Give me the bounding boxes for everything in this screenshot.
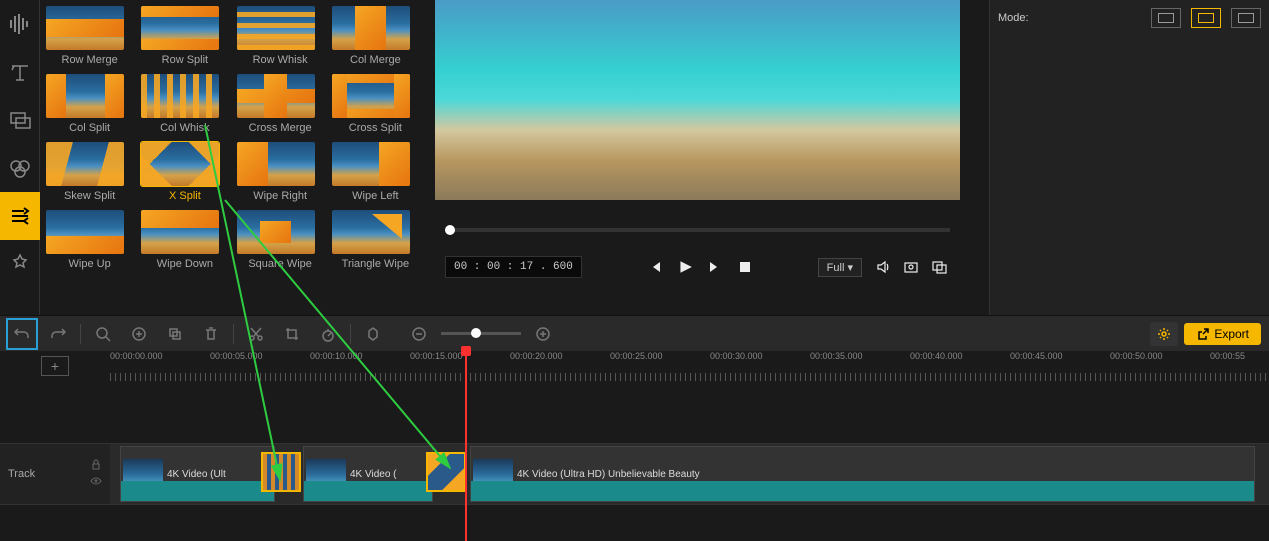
playhead[interactable] bbox=[465, 351, 467, 541]
mode-postfix-button[interactable] bbox=[1231, 8, 1261, 28]
timecode: 00 : 00 : 17 . 600 bbox=[445, 256, 582, 278]
transition-wipe-up[interactable]: Wipe Up bbox=[46, 210, 133, 270]
transition-label: Square Wipe bbox=[237, 258, 324, 270]
transition-label: Col Merge bbox=[332, 54, 419, 66]
transition-label: Row Split bbox=[141, 54, 228, 66]
timeline: + 00:00:00.00000:00:05.00000:00:10.00000… bbox=[0, 351, 1269, 505]
scale-select[interactable]: Full ▾ bbox=[818, 258, 862, 277]
marker-button[interactable] bbox=[359, 320, 387, 348]
ruler[interactable]: 00:00:00.00000:00:05.00000:00:10.00000:0… bbox=[110, 351, 1269, 381]
visibility-icon[interactable] bbox=[90, 475, 102, 490]
transition-col-split[interactable]: Col Split bbox=[46, 74, 133, 134]
transition-col-merge[interactable]: Col Merge bbox=[332, 6, 419, 66]
clip-1[interactable]: 4K Video (Ult bbox=[120, 446, 275, 502]
clip-label: 4K Video (Ultra HD) Unbelievable Beauty bbox=[517, 469, 700, 480]
crop-button[interactable] bbox=[278, 320, 306, 348]
transition-label: Row Merge bbox=[46, 54, 133, 66]
transition-label: Wipe Down bbox=[141, 258, 228, 270]
mode-overlap-button[interactable] bbox=[1151, 8, 1181, 28]
fullscreen-button[interactable] bbox=[928, 256, 950, 278]
chevron-down-icon: ▾ bbox=[847, 262, 853, 274]
progress-bar[interactable] bbox=[435, 210, 960, 250]
transition-skew-split[interactable]: Skew Split bbox=[46, 142, 133, 202]
color-tool[interactable] bbox=[0, 144, 40, 192]
transition-triangle-wipe[interactable]: Triangle Wipe bbox=[332, 210, 419, 270]
video-track: Track 4K Video (Ult 4K Video ( 4K Video bbox=[0, 443, 1269, 505]
delete-button[interactable] bbox=[197, 320, 225, 348]
transitions-tool[interactable] bbox=[0, 192, 40, 240]
transition-cross-split[interactable]: Cross Split bbox=[332, 74, 419, 134]
transition-label: Triangle Wipe bbox=[332, 258, 419, 270]
scrollbar[interactable] bbox=[417, 0, 425, 310]
timeline-toolbar: Export bbox=[0, 315, 1269, 351]
transition-label: Cross Merge bbox=[237, 122, 324, 134]
transition-cross-merge[interactable]: Cross Merge bbox=[237, 74, 324, 134]
lock-icon[interactable] bbox=[90, 458, 102, 473]
text-tool[interactable] bbox=[0, 48, 40, 96]
stop-button[interactable] bbox=[734, 256, 756, 278]
speed-button[interactable] bbox=[314, 320, 342, 348]
transition-label: Wipe Up bbox=[46, 258, 133, 270]
zoom-slider[interactable] bbox=[441, 332, 521, 335]
preview-video bbox=[435, 0, 960, 200]
mode-label: Mode: bbox=[998, 12, 1029, 24]
transition-label: X Split bbox=[141, 190, 228, 202]
next-frame-button[interactable] bbox=[704, 256, 726, 278]
transition-wipe-left[interactable]: Wipe Left bbox=[332, 142, 419, 202]
transition-label: Wipe Left bbox=[332, 190, 419, 202]
volume-button[interactable] bbox=[872, 256, 894, 278]
track-label: Track bbox=[8, 468, 35, 480]
prev-frame-button[interactable] bbox=[644, 256, 666, 278]
effects-tool[interactable] bbox=[0, 240, 40, 288]
left-toolbar bbox=[0, 0, 40, 315]
search-button[interactable] bbox=[89, 320, 117, 348]
transition-label: Cross Split bbox=[332, 122, 419, 134]
transition-label: Col Split bbox=[46, 122, 133, 134]
zoom-in-button[interactable] bbox=[529, 320, 557, 348]
transition-label: Col Whisk bbox=[141, 122, 228, 134]
transition-colwhisk[interactable] bbox=[263, 454, 299, 490]
add-track-button[interactable]: + bbox=[41, 356, 69, 376]
track-content[interactable]: 4K Video (Ult 4K Video ( 4K Video (Ultra… bbox=[110, 444, 1269, 504]
clip-2[interactable]: 4K Video ( bbox=[303, 446, 433, 502]
cut-button[interactable] bbox=[242, 320, 270, 348]
undo-button[interactable] bbox=[8, 320, 36, 348]
copy-button[interactable] bbox=[161, 320, 189, 348]
transition-wipe-right[interactable]: Wipe Right bbox=[237, 142, 324, 202]
clip-label: 4K Video (Ult bbox=[167, 469, 226, 480]
redo-button[interactable] bbox=[44, 320, 72, 348]
transition-col-whisk[interactable]: Col Whisk bbox=[141, 74, 228, 134]
transitions-panel: Row Merge Row Split Row Whisk Col Merge Col … bbox=[40, 0, 425, 315]
preview-area: 00 : 00 : 17 . 600 Full ▾ bbox=[425, 0, 989, 315]
transition-xsplit[interactable] bbox=[428, 454, 464, 490]
clip-3[interactable]: 4K Video (Ultra HD) Unbelievable Beauty bbox=[470, 446, 1255, 502]
audio-tool[interactable] bbox=[0, 0, 40, 48]
play-button[interactable] bbox=[674, 256, 696, 278]
transition-row-merge[interactable]: Row Merge bbox=[46, 6, 133, 66]
transition-wipe-down[interactable]: Wipe Down bbox=[141, 210, 228, 270]
transition-row-whisk[interactable]: Row Whisk bbox=[237, 6, 324, 66]
zoom-out-button[interactable] bbox=[405, 320, 433, 348]
snapshot-button[interactable] bbox=[900, 256, 922, 278]
transition-x-split[interactable]: X Split bbox=[141, 142, 228, 202]
overlay-tool[interactable] bbox=[0, 96, 40, 144]
clip-label: 4K Video ( bbox=[350, 469, 397, 480]
add-button[interactable] bbox=[125, 320, 153, 348]
export-button[interactable]: Export bbox=[1184, 323, 1261, 345]
properties-panel: Mode: bbox=[989, 0, 1269, 315]
transition-label: Wipe Right bbox=[237, 190, 324, 202]
transition-row-split[interactable]: Row Split bbox=[141, 6, 228, 66]
transition-label: Row Whisk bbox=[237, 54, 324, 66]
settings-button[interactable] bbox=[1150, 322, 1178, 346]
transition-label: Skew Split bbox=[46, 190, 133, 202]
mode-prefix-button[interactable] bbox=[1191, 8, 1221, 28]
transition-square-wipe[interactable]: Square Wipe bbox=[237, 210, 324, 270]
